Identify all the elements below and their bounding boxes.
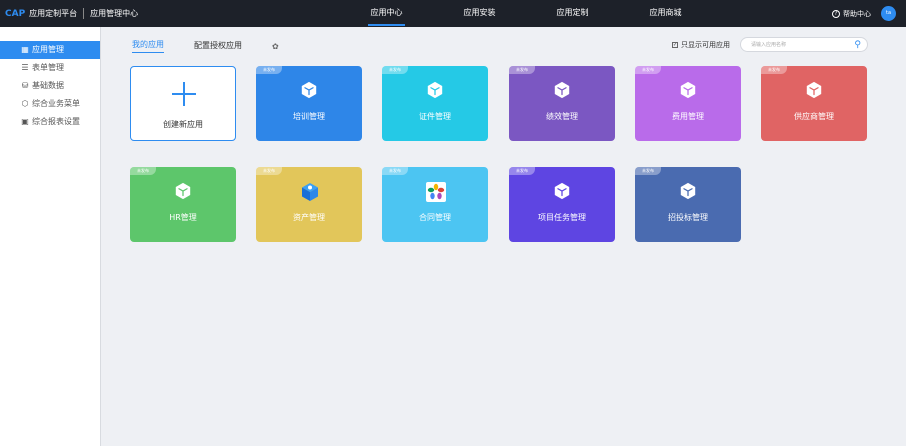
app-card-expense[interactable]: 未发布费用管理 [635,66,741,141]
wechat-icon[interactable]: ✿ [272,42,279,51]
app-card-project-task[interactable]: 未发布项目任务管理 [509,167,615,242]
unpublished-badge: 未发布 [130,167,156,175]
top-bar: CAP 应用定制平台 应用管理中心 应用中心 应用安装 应用定制 应用商城 ? … [0,0,906,27]
unpublished-badge: 未发布 [509,167,535,175]
search-placeholder: 请输入应用名称 [751,42,787,48]
app-card-label: 费用管理 [672,112,704,121]
sidebar-item-app-management[interactable]: ▦ 应用管理 [0,41,100,59]
layers-icon: ☰ [21,63,29,72]
app-card-hr[interactable]: 未发布 HR管理 [130,167,236,242]
sidebar-item-form-management[interactable]: ☰ 表单管理 [0,59,100,77]
plus-icon [172,82,196,106]
cube-icon [300,81,318,99]
cube-icon [805,81,823,99]
filter-bar: ✓ 只显示可用应用 请输入应用名称 ⚲ [672,37,868,52]
sidebar: ▦ 应用管理 ☰ 表单管理 ⛁ 基础数据 ⬡ 综合业务菜单 ▣ 综合报表设置 [0,27,101,446]
app-card-label: 证件管理 [419,112,451,121]
unpublished-badge: 未发布 [761,66,787,74]
avatar[interactable]: ta [881,6,896,21]
nav-app-install[interactable]: 应用安装 [433,0,526,27]
sidebar-item-business-menu[interactable]: ⬡ 综合业务菜单 [0,95,100,113]
brand-name: 应用定制平台 [29,9,78,18]
database-icon: ⛁ [21,81,29,90]
unpublished-badge: 未发布 [256,167,282,175]
brand-divider [83,8,85,19]
help-label: 帮助中心 [843,9,871,18]
unpublished-badge: 未发布 [382,167,408,175]
available-only-label: 只显示可用应用 [681,40,730,49]
nav-app-store[interactable]: 应用商城 [619,0,712,27]
brand-logo: CAP [5,8,26,19]
sidebar-item-label: 应用管理 [32,45,64,54]
tab-authorized-apps[interactable]: 配置授权应用 [194,40,242,53]
unpublished-badge: 未发布 [635,66,661,74]
tab-my-apps[interactable]: 我的应用 [132,39,164,53]
app-card-contract[interactable]: 未发布合同管理 [382,167,488,242]
sidebar-item-label: 表单管理 [32,63,64,72]
main-content: 我的应用 配置授权应用 ✿ ✓ 只显示可用应用 请输入应用名称 ⚲ 创建新应用 … [101,27,906,446]
app-card-label: 招投标管理 [668,213,708,222]
app-card-bidding[interactable]: 未发布招投标管理 [635,167,741,242]
sidebar-item-label: 综合业务菜单 [32,99,80,108]
app-card-label: 项目任务管理 [538,213,586,222]
cube-icon: ⬡ [21,99,29,108]
app-card-supplier[interactable]: 未发布供应商管理 [761,66,867,141]
cube-icon [426,81,444,99]
app-card-label: HR管理 [169,213,197,222]
cube-icon [553,81,571,99]
sidebar-item-label: 综合报表设置 [32,117,80,126]
nav-app-center[interactable]: 应用中心 [340,0,433,27]
app-card-certificate[interactable]: 未发布证件管理 [382,66,488,141]
app-subtitle: 应用管理中心 [90,9,139,18]
grid-icon: ▦ [21,45,29,54]
app-card-label: 资产管理 [293,213,325,222]
create-app-label: 创建新应用 [163,120,203,129]
app-card-label: 培训管理 [293,112,325,121]
cube-icon [679,182,697,200]
sidebar-item-label: 基础数据 [32,81,64,90]
unpublished-badge: 未发布 [256,66,282,74]
app-card-performance[interactable]: 未发布绩效管理 [509,66,615,141]
available-only-checkbox[interactable]: ✓ 只显示可用应用 [672,40,730,50]
checkbox-icon[interactable]: ✓ [672,41,678,48]
flower-icon [426,182,446,202]
nav-app-custom[interactable]: 应用定制 [526,0,619,27]
brand[interactable]: CAP 应用定制平台 应用管理中心 [0,0,138,27]
unpublished-badge: 未发布 [382,66,408,74]
cube-icon [553,182,571,200]
search-icon[interactable]: ⚲ [854,40,861,50]
unpublished-badge: 未发布 [509,66,535,74]
unpublished-badge: 未发布 [635,167,661,175]
top-nav: 应用中心 应用安装 应用定制 应用商城 [340,0,712,27]
chart-icon: ▣ [21,117,29,126]
search-input[interactable]: 请输入应用名称 ⚲ [740,37,868,52]
app-card-label: 绩效管理 [546,112,578,121]
cube-icon [174,182,192,200]
help-icon: ? [832,9,840,18]
sidebar-item-report-settings[interactable]: ▣ 综合报表设置 [0,113,100,131]
app-card-label: 合同管理 [419,213,451,222]
create-app-card[interactable]: 创建新应用 [130,66,236,141]
app-card-asset[interactable]: 未发布资产管理 [256,167,362,242]
sidebar-item-base-data[interactable]: ⛁ 基础数据 [0,77,100,95]
cube-icon [679,81,697,99]
tab-bar: 我的应用 配置授权应用 ✿ [132,39,279,53]
box-icon [300,182,318,201]
app-card-label: 供应商管理 [794,112,834,121]
app-card-training[interactable]: 未发布培训管理 [256,66,362,141]
help-center-link[interactable]: ? 帮助中心 [832,9,871,19]
